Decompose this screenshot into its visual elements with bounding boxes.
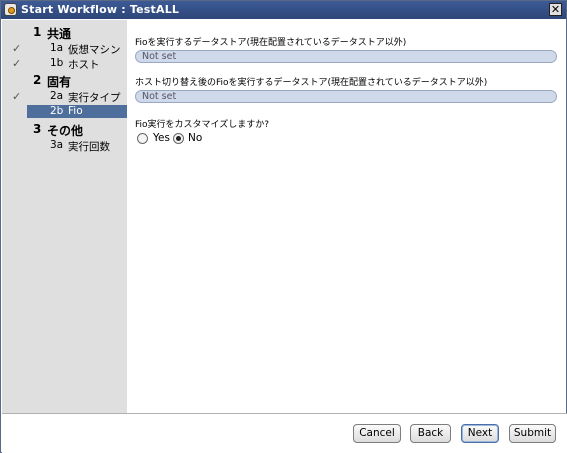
- app-icon: [4, 3, 17, 16]
- step-group-label: その他: [47, 124, 84, 138]
- close-icon[interactable]: ✕: [549, 3, 562, 16]
- datastore-field[interactable]: Not set: [135, 50, 557, 63]
- button-bar: Cancel Back Next Submit: [2, 413, 567, 453]
- step-group-common: 1 共通: [2, 25, 127, 41]
- submit-button[interactable]: Submit: [509, 424, 556, 443]
- step-item-label: ホスト: [68, 59, 100, 71]
- step-item-2b[interactable]: 2b Fio: [27, 105, 127, 118]
- step-item-label: 実行回数: [68, 141, 110, 153]
- step-item-2a[interactable]: ✓ 2a 実行タイプ: [2, 90, 127, 104]
- form-panel: Fioを実行するデータストア(現在配置されているデータストア以外) Not se…: [128, 20, 565, 413]
- cancel-button[interactable]: Cancel: [353, 424, 401, 443]
- radio-no[interactable]: No: [173, 132, 203, 146]
- switch-datastore-field[interactable]: Not set: [135, 90, 557, 103]
- datastore-label: Fioを実行するデータストア(現在配置されているデータストア以外): [135, 38, 407, 48]
- radio-yes-label: Yes: [153, 132, 170, 144]
- step-group-label: 共通: [47, 27, 72, 41]
- step-group-other: 3 その他: [2, 122, 127, 138]
- radio-no-label: No: [188, 132, 203, 144]
- title-bar[interactable]: Start Workflow : TestALL ✕: [1, 1, 566, 19]
- step-group-label: 固有: [47, 75, 72, 89]
- next-button[interactable]: Next: [461, 424, 499, 443]
- step-sidebar: 1 共通 ✓ 1a 仮想マシン ✓ 1b ホスト 2 固有 ✓ 2a 実行タイプ…: [2, 20, 127, 413]
- window-title: Start Workflow : TestALL: [21, 3, 180, 16]
- step-group-number: 1: [33, 25, 42, 39]
- check-icon: ✓: [12, 57, 22, 70]
- step-group-number: 2: [33, 73, 42, 87]
- step-item-1a[interactable]: ✓ 1a 仮想マシン: [2, 42, 127, 56]
- radio-yes-circle[interactable]: [137, 133, 148, 144]
- start-workflow-window: Start Workflow : TestALL ✕ 1 共通 ✓ 1a 仮想マ…: [0, 0, 567, 453]
- step-group-number: 3: [33, 122, 42, 136]
- step-item-label: 実行タイプ: [68, 92, 121, 104]
- step-item-code: 2b: [50, 105, 64, 117]
- switch-datastore-label: ホスト切り替え後のFioを実行するデータストア(現在配置されているデータストア以…: [135, 78, 488, 88]
- step-item-3a[interactable]: 3a 実行回数: [2, 139, 127, 153]
- radio-no-circle[interactable]: [173, 133, 184, 144]
- step-item-1b[interactable]: ✓ 1b ホスト: [2, 57, 127, 71]
- check-icon: ✓: [12, 90, 22, 103]
- step-item-code: 1b: [50, 57, 64, 69]
- step-group-specific: 2 固有: [2, 73, 127, 89]
- step-item-code: 2a: [50, 90, 64, 102]
- customize-fio-label: Fio実行をカスタマイズしますか?: [135, 120, 270, 130]
- step-item-code: 1a: [50, 42, 64, 54]
- step-item-code: 3a: [50, 139, 64, 151]
- radio-yes[interactable]: Yes: [137, 132, 170, 146]
- back-button[interactable]: Back: [410, 424, 451, 443]
- step-item-label: Fio: [68, 105, 83, 117]
- step-item-label: 仮想マシン: [68, 44, 121, 56]
- check-icon: ✓: [12, 42, 22, 55]
